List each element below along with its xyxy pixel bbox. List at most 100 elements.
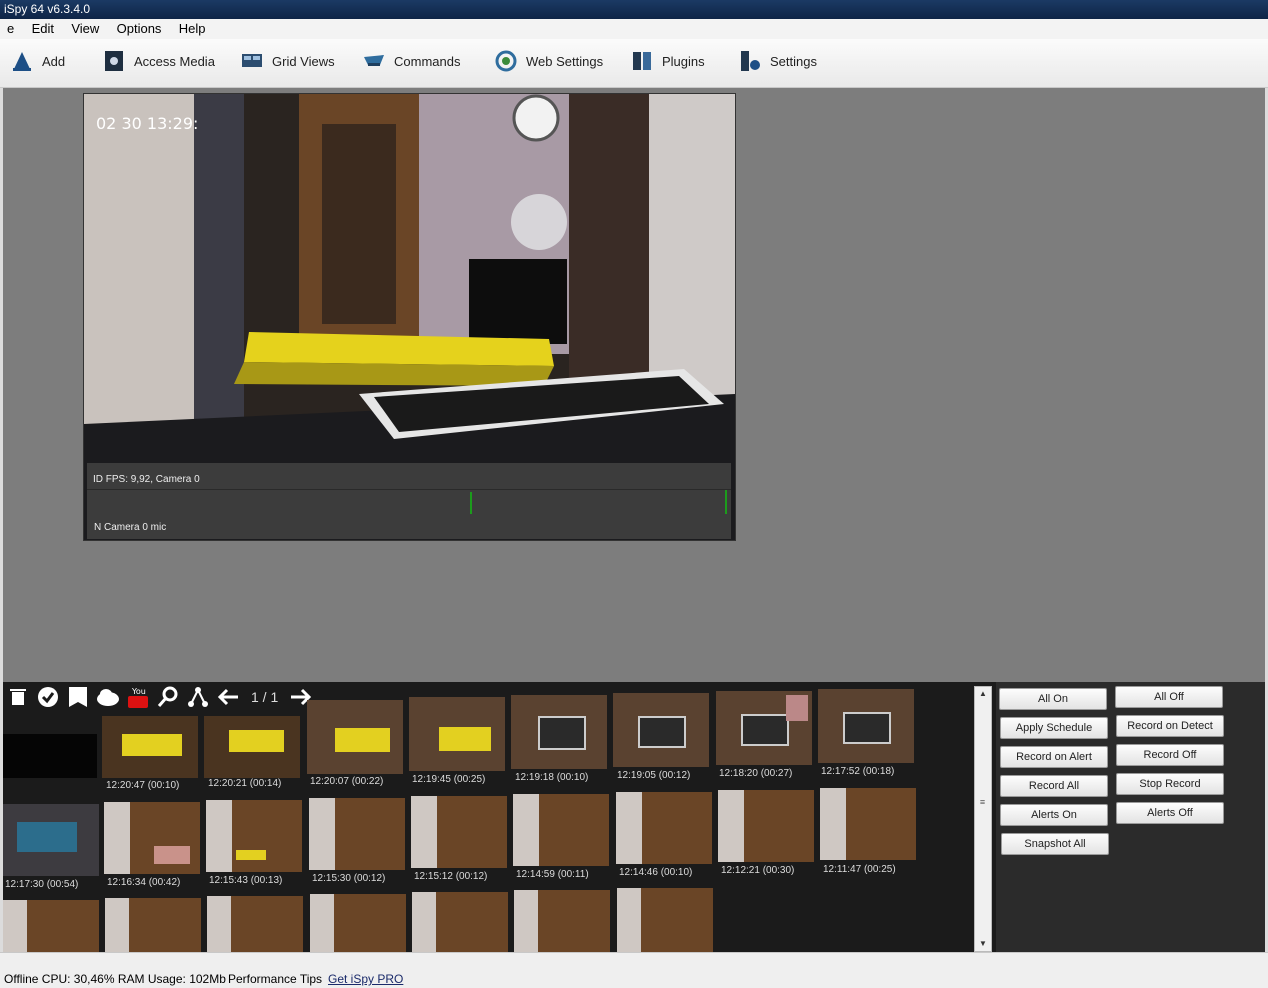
thumbnail[interactable]: [307, 700, 403, 774]
alerts-on-button[interactable]: Alerts On: [1000, 804, 1108, 826]
thumbnail[interactable]: [309, 798, 405, 870]
arrow-left-icon[interactable]: [215, 684, 241, 710]
alerts-off-button[interactable]: Alerts Off: [1116, 802, 1224, 824]
gallery-toolbar: You 1 / 1: [3, 682, 314, 712]
thumbnail[interactable]: [511, 695, 607, 769]
camera-info: ID FPS: 9,92, Camera 0: [87, 463, 731, 489]
record-on-detect-button[interactable]: Record on Detect: [1116, 715, 1224, 737]
gallery-pager: 1 / 1: [251, 689, 279, 705]
grid-views-icon: [242, 54, 262, 67]
settings-icon: [741, 51, 760, 71]
thumbnail-label: 12:20:47 (00:10): [106, 780, 180, 791]
thumbnail-label: 12:17:30 (00:54): [5, 879, 79, 890]
camera-timestamp: 02 30 13:29:: [96, 114, 199, 133]
youtube-icon[interactable]: You: [125, 684, 151, 710]
search-icon[interactable]: [155, 684, 181, 710]
thumbnail[interactable]: [104, 802, 200, 874]
thumbnail-label: 12:19:45 (00:25): [412, 774, 486, 785]
grid-views-button[interactable]: Grid Views: [240, 47, 335, 75]
menu-options[interactable]: Options: [110, 19, 169, 39]
thumbnail[interactable]: [206, 800, 302, 872]
scroll-grip-icon[interactable]: ≡: [977, 797, 988, 817]
thumbnail-label: 12:18:20 (00:27): [719, 768, 793, 779]
thumbnail[interactable]: [514, 890, 610, 952]
settings-button[interactable]: Settings: [738, 47, 817, 75]
menu-view[interactable]: View: [64, 19, 106, 39]
menu-help[interactable]: Help: [172, 19, 213, 39]
thumbnail[interactable]: [3, 900, 99, 952]
thumbnail[interactable]: [820, 788, 916, 860]
check-icon[interactable]: [35, 684, 61, 710]
mic-level-bar: [725, 490, 727, 514]
share-icon[interactable]: [185, 684, 211, 710]
snapshot-all-button[interactable]: Snapshot All: [1001, 833, 1109, 855]
thumbnail[interactable]: [3, 804, 99, 876]
control-panel: All On All Off Apply Schedule Record on …: [996, 682, 1265, 952]
thumbnail[interactable]: [207, 896, 303, 952]
plugins-button[interactable]: Plugins: [630, 47, 705, 75]
thumbnail-label: 12:15:12 (00:12): [414, 871, 488, 882]
thumbnail[interactable]: [409, 697, 505, 771]
mic-level-bar: [470, 492, 472, 514]
add-button[interactable]: Add: [10, 47, 65, 75]
scroll-down-icon[interactable]: ▼: [975, 937, 991, 951]
menu-file[interactable]: e: [0, 19, 21, 39]
thumbnail-blank[interactable]: [3, 734, 97, 778]
save-icon[interactable]: [65, 684, 91, 710]
window-title: iSpy 64 v6.3.4.0: [0, 0, 1268, 19]
thumbnail[interactable]: [818, 689, 914, 763]
record-all-button[interactable]: Record All: [1000, 775, 1108, 797]
thumbnail[interactable]: [411, 796, 507, 868]
thumbnail[interactable]: [102, 716, 198, 778]
add-camera-icon: [13, 52, 31, 71]
scroll-up-icon[interactable]: ▲: [975, 687, 991, 701]
thumbnail-label: 12:19:18 (00:10): [515, 772, 589, 783]
thumbnail[interactable]: [310, 894, 406, 952]
thumbnail[interactable]: [617, 888, 713, 952]
menu-bar: e Edit View Options Help: [0, 19, 1268, 39]
cloud-upload-icon[interactable]: [95, 684, 121, 710]
access-media-button[interactable]: Access Media: [102, 47, 215, 75]
delete-icon[interactable]: [5, 684, 31, 710]
thumbnail-label: 12:14:59 (00:11): [516, 869, 589, 880]
web-settings-button[interactable]: Web Settings: [494, 47, 603, 75]
thumbnail-label: 12:15:30 (00:12): [312, 873, 386, 884]
thumbnail-label: 12:17:52 (00:18): [821, 766, 895, 777]
thumbnail-label: 12:20:07 (00:22): [310, 776, 384, 787]
thumbnail-label: 12:16:34 (00:42): [107, 877, 181, 888]
record-off-button[interactable]: Record Off: [1116, 744, 1224, 766]
menu-edit[interactable]: Edit: [25, 19, 61, 39]
thumbnail[interactable]: [513, 794, 609, 866]
status-text: Offline CPU: 30,46% RAM Usage: 102Mb: [4, 972, 226, 986]
thumbnail-label: 12:12:21 (00:30): [721, 865, 795, 876]
thumbnail[interactable]: [716, 691, 812, 765]
thumbnail-label: 12:14:46 (00:10): [619, 867, 693, 878]
get-pro-link[interactable]: Get iSpy PRO: [328, 972, 403, 986]
plugins-icon: [633, 52, 651, 70]
thumbnail-label: 12:15:43 (00:13): [209, 875, 283, 886]
web-settings-icon: [495, 50, 517, 72]
gallery-scrollbar[interactable]: ▲ ≡ ▼: [974, 686, 992, 952]
all-on-button[interactable]: All On: [999, 688, 1107, 710]
thumbnail[interactable]: [718, 790, 814, 862]
mic-panel[interactable]: N Camera 0 mic: [87, 489, 731, 539]
status-bar: Offline CPU: 30,46% RAM Usage: 102Mb Per…: [0, 952, 1268, 988]
all-off-button[interactable]: All Off: [1115, 686, 1223, 708]
thumbnail[interactable]: [616, 792, 712, 864]
thumbnail[interactable]: [613, 693, 709, 767]
apply-schedule-button[interactable]: Apply Schedule: [1000, 717, 1108, 739]
stop-record-button[interactable]: Stop Record: [1116, 773, 1224, 795]
thumbnail[interactable]: [105, 898, 201, 952]
svg-text:You: You: [131, 687, 146, 696]
mic-label: N Camera 0 mic: [94, 522, 167, 533]
commands-button[interactable]: Commands: [362, 47, 460, 75]
thumbnail-label: 12:20:21 (00:14): [208, 778, 282, 789]
thumbnail[interactable]: [412, 892, 508, 952]
thumbnail-label: 12:11:47 (00:25): [823, 864, 896, 875]
record-on-alert-button[interactable]: Record on Alert: [1000, 746, 1108, 768]
toolbar: Add Access Media Grid Views Commands Web…: [0, 39, 1268, 88]
performance-tips-link[interactable]: Performance Tips: [228, 972, 322, 986]
commands-icon: [364, 55, 384, 66]
thumbnail-label: 12:19:05 (00:12): [617, 770, 691, 781]
thumbnail[interactable]: [204, 716, 300, 778]
